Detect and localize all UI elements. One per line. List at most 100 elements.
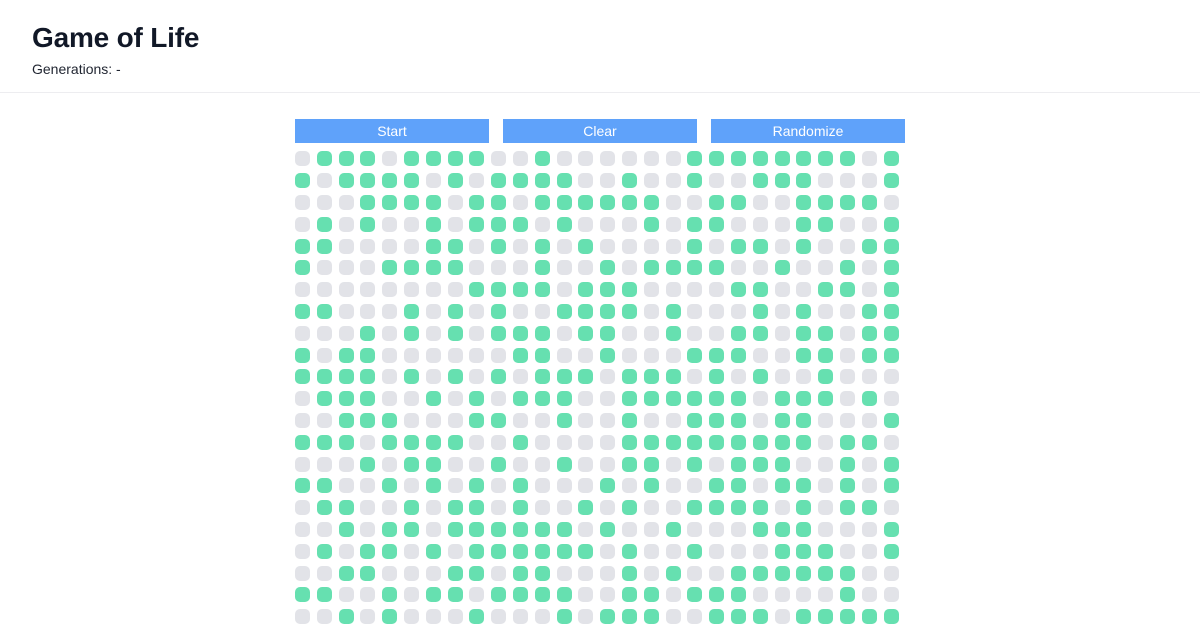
- grid-cell[interactable]: [425, 347, 441, 363]
- grid-cell[interactable]: [578, 260, 594, 276]
- grid-cell[interactable]: [382, 303, 398, 319]
- grid-cell[interactable]: [730, 565, 746, 581]
- grid-cell[interactable]: [447, 303, 463, 319]
- grid-cell[interactable]: [338, 347, 354, 363]
- grid-cell[interactable]: [643, 521, 659, 537]
- grid-cell[interactable]: [382, 347, 398, 363]
- grid-cell[interactable]: [491, 500, 507, 516]
- grid-cell[interactable]: [752, 238, 768, 254]
- grid-cell[interactable]: [687, 478, 703, 494]
- grid-cell[interactable]: [621, 391, 637, 407]
- grid-cell[interactable]: [295, 173, 310, 189]
- start-button[interactable]: Start: [295, 119, 489, 144]
- grid-cell[interactable]: [861, 173, 877, 189]
- grid-cell[interactable]: [883, 151, 899, 167]
- grid-cell[interactable]: [578, 216, 594, 232]
- grid-cell[interactable]: [730, 500, 746, 516]
- grid-cell[interactable]: [796, 347, 812, 363]
- grid-cell[interactable]: [839, 173, 855, 189]
- grid-cell[interactable]: [883, 543, 899, 559]
- grid-cell[interactable]: [861, 587, 877, 603]
- grid-cell[interactable]: [621, 521, 637, 537]
- grid-cell[interactable]: [621, 347, 637, 363]
- grid-cell[interactable]: [360, 347, 376, 363]
- grid-cell[interactable]: [621, 216, 637, 232]
- grid-cell[interactable]: [861, 325, 877, 341]
- grid-cell[interactable]: [491, 303, 507, 319]
- grid-cell[interactable]: [818, 478, 834, 494]
- grid-cell[interactable]: [534, 412, 550, 428]
- grid-cell[interactable]: [774, 238, 790, 254]
- grid-cell[interactable]: [818, 260, 834, 276]
- grid-cell[interactable]: [512, 587, 528, 603]
- grid-cell[interactable]: [338, 194, 354, 210]
- grid-cell[interactable]: [578, 282, 594, 298]
- grid-cell[interactable]: [687, 194, 703, 210]
- grid-cell[interactable]: [534, 282, 550, 298]
- grid-cell[interactable]: [316, 173, 332, 189]
- grid-cell[interactable]: [512, 609, 528, 625]
- grid-cell[interactable]: [687, 500, 703, 516]
- grid-cell[interactable]: [883, 434, 899, 450]
- grid-cell[interactable]: [447, 565, 463, 581]
- grid-cell[interactable]: [534, 216, 550, 232]
- grid-cell[interactable]: [774, 478, 790, 494]
- grid-cell[interactable]: [818, 173, 834, 189]
- grid-cell[interactable]: [621, 456, 637, 472]
- grid-cell[interactable]: [512, 216, 528, 232]
- grid-cell[interactable]: [730, 216, 746, 232]
- grid-cell[interactable]: [796, 260, 812, 276]
- grid-cell[interactable]: [534, 325, 550, 341]
- grid-cell[interactable]: [709, 412, 725, 428]
- grid-cell[interactable]: [730, 303, 746, 319]
- grid-cell[interactable]: [447, 282, 463, 298]
- grid-cell[interactable]: [578, 412, 594, 428]
- grid-cell[interactable]: [600, 238, 616, 254]
- grid-cell[interactable]: [447, 478, 463, 494]
- grid-cell[interactable]: [730, 543, 746, 559]
- grid-cell[interactable]: [447, 369, 463, 385]
- grid-cell[interactable]: [665, 587, 681, 603]
- grid-cell[interactable]: [709, 434, 725, 450]
- grid-cell[interactable]: [295, 587, 310, 603]
- grid-cell[interactable]: [839, 282, 855, 298]
- grid-cell[interactable]: [600, 500, 616, 516]
- grid-cell[interactable]: [861, 303, 877, 319]
- grid-cell[interactable]: [425, 325, 441, 341]
- grid-cell[interactable]: [556, 456, 572, 472]
- grid-cell[interactable]: [643, 260, 659, 276]
- grid-cell[interactable]: [796, 391, 812, 407]
- grid-cell[interactable]: [578, 565, 594, 581]
- grid-cell[interactable]: [687, 412, 703, 428]
- grid-cell[interactable]: [295, 609, 310, 625]
- grid-cell[interactable]: [295, 325, 310, 341]
- grid-cell[interactable]: [883, 478, 899, 494]
- grid-cell[interactable]: [360, 369, 376, 385]
- grid-cell[interactable]: [752, 391, 768, 407]
- grid-cell[interactable]: [491, 194, 507, 210]
- grid-cell[interactable]: [752, 412, 768, 428]
- grid-cell[interactable]: [534, 194, 550, 210]
- grid-cell[interactable]: [687, 216, 703, 232]
- grid-cell[interactable]: [512, 325, 528, 341]
- grid-cell[interactable]: [316, 260, 332, 276]
- grid-cell[interactable]: [600, 478, 616, 494]
- grid-cell[interactable]: [491, 412, 507, 428]
- grid-cell[interactable]: [360, 303, 376, 319]
- grid-cell[interactable]: [839, 412, 855, 428]
- grid-cell[interactable]: [730, 456, 746, 472]
- grid-cell[interactable]: [643, 325, 659, 341]
- grid-cell[interactable]: [360, 282, 376, 298]
- grid-cell[interactable]: [774, 609, 790, 625]
- grid-cell[interactable]: [600, 609, 616, 625]
- grid-cell[interactable]: [295, 478, 310, 494]
- grid-cell[interactable]: [687, 238, 703, 254]
- grid-cell[interactable]: [403, 369, 419, 385]
- grid-cell[interactable]: [534, 500, 550, 516]
- grid-cell[interactable]: [556, 173, 572, 189]
- grid-cell[interactable]: [403, 238, 419, 254]
- grid-cell[interactable]: [709, 369, 725, 385]
- grid-cell[interactable]: [839, 260, 855, 276]
- grid-cell[interactable]: [578, 173, 594, 189]
- grid-cell[interactable]: [295, 456, 310, 472]
